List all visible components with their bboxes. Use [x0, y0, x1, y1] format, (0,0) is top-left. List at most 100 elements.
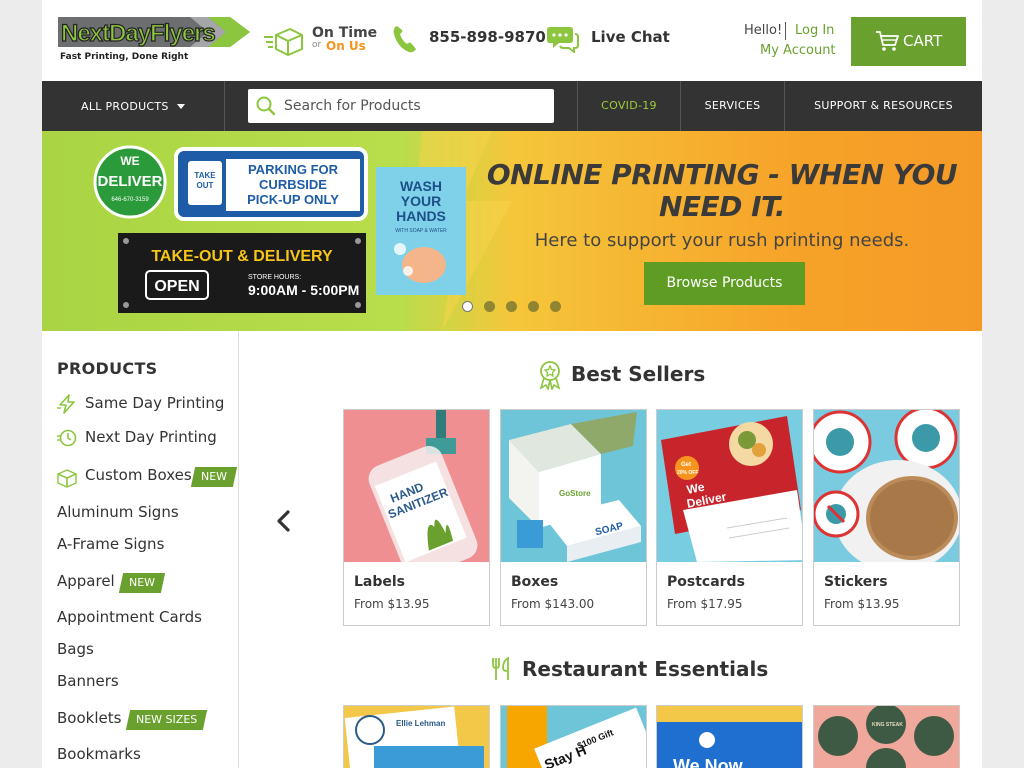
- caret-down-icon: [177, 104, 185, 109]
- restaurant-card[interactable]: Stay H $100 Gift: [500, 705, 647, 768]
- phone-number: 855-898-9870: [429, 28, 546, 46]
- postcards-product-image: Get 20% OFF We Deliver: [657, 410, 802, 562]
- product-card-labels[interactable]: HAND SANITIZER Labels From $13.95: [343, 409, 490, 626]
- sidebar-item-label: Aluminum Signs: [57, 503, 179, 521]
- phone-icon: [393, 26, 416, 53]
- on-time-or: or: [312, 40, 322, 50]
- restaurant-card[interactable]: We Now: [656, 705, 803, 768]
- hero-parking-2: CURBSIDE: [259, 177, 327, 192]
- hero-wash-small: WITH SOAP & WATER: [395, 228, 447, 234]
- hero-takeout-text: TAKE-OUT & DELIVERY: [151, 248, 333, 265]
- product-name: Labels: [354, 574, 406, 590]
- all-products-label: ALL PRODUCTS: [81, 100, 169, 113]
- fast-clock-icon: [57, 429, 77, 447]
- delivery-box-icon: [264, 28, 303, 56]
- new-sizes-badge: NEW SIZES: [125, 710, 208, 730]
- lightning-icon: [57, 394, 75, 414]
- new-badge: NEW: [190, 467, 238, 487]
- logo-text: NextDayFlyers: [61, 20, 215, 47]
- sidebar-item-same-day-printing[interactable]: Same Day Printing: [57, 394, 227, 418]
- carousel-dot[interactable]: [528, 301, 539, 312]
- carousel-dot[interactable]: [484, 301, 495, 312]
- sidebar-item-a-frame-signs[interactable]: A-Frame Signs: [57, 535, 227, 559]
- login-link[interactable]: Log In: [795, 23, 834, 38]
- boxes-product-image: GoStore SOAP: [501, 410, 646, 562]
- carousel-dot[interactable]: [462, 301, 473, 312]
- nav-services[interactable]: SERVICES: [680, 81, 784, 131]
- product-price: From $13.95: [354, 597, 430, 611]
- nav-covid-19[interactable]: COVID-19: [577, 81, 680, 131]
- sidebar-item-bookmarks[interactable]: Bookmarks: [57, 745, 227, 768]
- sidebar-item-label: Appointment Cards: [57, 608, 202, 626]
- search-input[interactable]: [284, 89, 546, 123]
- gift-cards-image: Stay H $100 Gift: [501, 706, 646, 768]
- cart-button[interactable]: CART: [851, 17, 966, 66]
- carousel-dot[interactable]: [506, 301, 517, 312]
- signs-image: We Now: [657, 706, 802, 768]
- stickers-product-image: [814, 410, 959, 562]
- labels-product-image: HAND SANITIZER: [344, 410, 489, 562]
- hero-banner: WE DELIVER 646-670-3159 TAKE OUT PARKING…: [42, 131, 982, 331]
- browse-products-button[interactable]: Browse Products: [644, 262, 805, 305]
- sidebar-item-custom-boxes[interactable]: Custom Boxes NEW: [57, 466, 238, 490]
- hero-deliver-text: DELIVER: [97, 173, 162, 190]
- sidebar-item-banners[interactable]: Banners: [57, 672, 227, 696]
- product-name: Boxes: [511, 574, 559, 590]
- sidebar-item-label: A-Frame Signs: [57, 535, 165, 553]
- hero-we-text: WE: [120, 154, 139, 168]
- hero-out-text: OUT: [197, 181, 214, 190]
- product-card-stickers[interactable]: Stickers From $13.95: [813, 409, 960, 626]
- carousel-prev-arrow-icon[interactable]: [274, 509, 294, 533]
- sidebar-item-aluminum-signs[interactable]: Aluminum Signs: [57, 503, 227, 527]
- hero-wash-3: HANDS: [396, 208, 446, 224]
- sidebar-item-booklets[interactable]: Booklets NEW SIZES: [57, 709, 227, 733]
- best-sellers-header: Best Sellers: [240, 360, 982, 390]
- logo-mark: NextDayFlyers: [58, 17, 250, 48]
- round-stickers-image: KING STEAK: [814, 706, 959, 768]
- hero-subtitle: Here to support your rush printing needs…: [534, 230, 910, 251]
- cart-label: CART: [903, 32, 943, 50]
- sidebar-item-appointment-cards[interactable]: Appointment Cards: [57, 608, 227, 632]
- nav-support-resources[interactable]: SUPPORT & RESOURCES: [784, 81, 982, 131]
- logo[interactable]: NextDayFlyers Fast Printing, Done Right: [58, 16, 250, 64]
- sidebar-item-apparel[interactable]: Apparel NEW: [57, 572, 227, 596]
- carousel-dot[interactable]: [550, 301, 561, 312]
- carousel-dots: [462, 301, 572, 313]
- sidebar-item-bags[interactable]: Bags: [57, 640, 227, 664]
- restaurant-essentials-header: Restaurant Essentials: [240, 655, 982, 685]
- hero-hours: 9:00AM - 5:00PM: [248, 282, 359, 298]
- product-card-boxes[interactable]: GoStore SOAP Boxes From $143.00: [500, 409, 647, 626]
- restaurant-card[interactable]: KING STEAK: [813, 705, 960, 768]
- product-name: Postcards: [667, 574, 745, 590]
- sidebar-item-label: Booklets: [57, 709, 122, 727]
- signs-art-text: We Now: [673, 756, 744, 768]
- all-products-menu[interactable]: ALL PRODUCTS: [42, 81, 225, 131]
- new-badge: NEW: [118, 573, 166, 593]
- award-ribbon-icon: [539, 361, 561, 390]
- best-sellers-title: Best Sellers: [571, 362, 706, 386]
- boxes-art-text: GoStore: [559, 489, 591, 498]
- stickers-art-text: KING STEAK: [872, 722, 903, 728]
- chat-bubble-icon: [547, 27, 579, 53]
- sidebar-item-label: Same Day Printing: [85, 394, 225, 412]
- product-price: From $143.00: [511, 597, 595, 611]
- business-cards-image: Ellie Lehman: [344, 706, 489, 768]
- hero-phone-text: 646-670-3159: [111, 197, 149, 203]
- fork-knife-icon: [492, 656, 509, 680]
- sidebar-item-label: Bags: [57, 640, 94, 658]
- restaurant-card[interactable]: Ellie Lehman: [343, 705, 490, 768]
- on-time-guarantee[interactable]: On Time or On Us: [264, 25, 377, 57]
- card-art-name: Ellie Lehman: [396, 719, 445, 728]
- cart-icon: [876, 31, 899, 51]
- sidebar-item-next-day-printing[interactable]: Next Day Printing: [57, 428, 227, 452]
- restaurant-essentials-title: Restaurant Essentials: [522, 657, 769, 681]
- hero-wash-1: WASH: [400, 178, 442, 194]
- postcards-art-get: Get: [681, 462, 691, 468]
- main-nav: ALL PRODUCTS COVID-19 SERVICES SUPPORT &…: [42, 81, 982, 131]
- hero-parking-1: PARKING FOR: [248, 162, 339, 177]
- product-price: From $13.95: [824, 597, 900, 611]
- search-icon[interactable]: [256, 96, 276, 116]
- product-card-postcards[interactable]: Get 20% OFF We Deliver Postcards From $1…: [656, 409, 803, 626]
- sidebar-item-label: Custom Boxes: [85, 466, 192, 484]
- my-account-link[interactable]: My Account: [760, 43, 836, 58]
